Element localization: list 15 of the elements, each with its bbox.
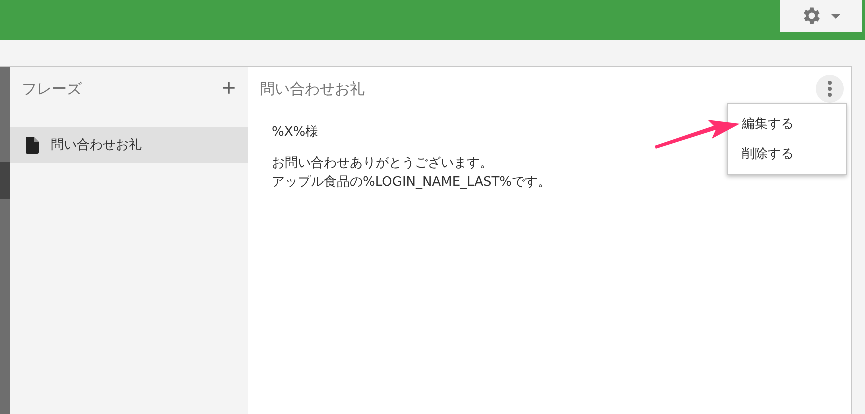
sidebar-title: フレーズ: [22, 80, 82, 98]
menu-item[interactable]: 編集する: [728, 109, 846, 139]
sidebar-item[interactable]: 問い合わせお礼: [10, 127, 248, 163]
phrase-title: 問い合わせお礼: [260, 80, 365, 98]
settings-button[interactable]: [780, 0, 862, 32]
add-button[interactable]: +: [222, 77, 236, 101]
settings-icon: [801, 5, 823, 27]
body-text-line: %X%様: [272, 124, 319, 142]
more-button[interactable]: [816, 75, 844, 103]
body-text-line: お問い合わせありがとうございます。: [272, 155, 493, 173]
body-text-line: アップル食品の%LOGIN_NAME_LAST%です。: [272, 174, 552, 192]
more-icon: [828, 81, 832, 97]
document-icon: [26, 136, 39, 154]
menu-item[interactable]: 削除する: [728, 139, 846, 169]
caret-icon: [831, 14, 841, 18]
